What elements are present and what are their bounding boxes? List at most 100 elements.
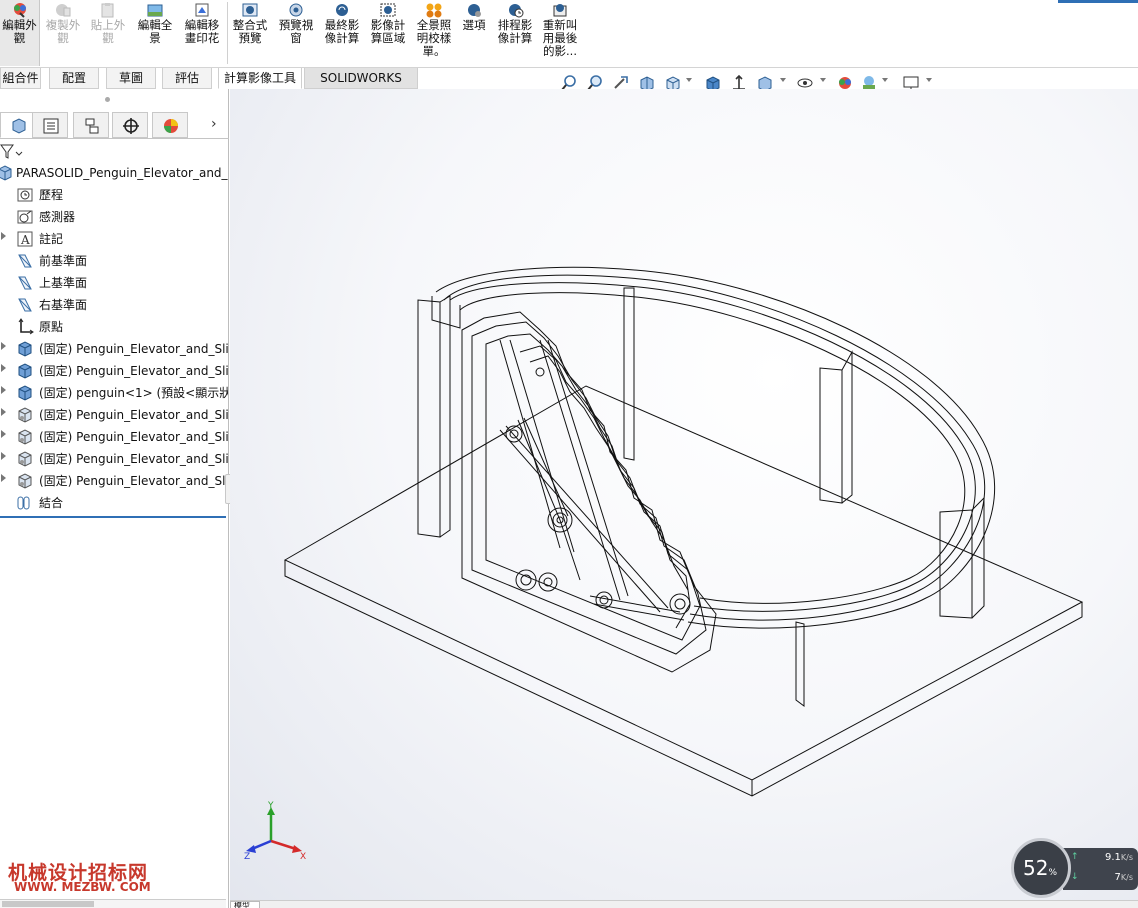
tree-item[interactable]: (固定) Penguin_Elevator_and_Slide	[0, 338, 228, 360]
command-ribbon: 編輯外 觀 複製外 觀 貼上外 觀 編輯全 景 編輯移 畫印花 整合式 預覽 預…	[0, 0, 1138, 68]
tree-item[interactable]: 歷程	[0, 184, 228, 206]
upload-speed: 9.1	[1104, 852, 1121, 863]
tab-dimxpert-manager[interactable]	[112, 112, 148, 138]
configuration-manager-icon	[85, 118, 99, 134]
network-speed-box: ↑ 9.1K/s ↓ 7K/s	[1063, 848, 1138, 890]
tab-feature-manager[interactable]	[0, 112, 36, 138]
expand-arrow-icon[interactable]	[1, 364, 6, 372]
tree-item-label: 註記	[39, 232, 64, 246]
final-render-button[interactable]: 最終影 像計算	[321, 0, 363, 66]
expand-arrow-icon[interactable]	[1, 430, 6, 438]
scroll-thumb[interactable]	[2, 901, 94, 907]
plane-icon	[18, 254, 32, 268]
feature-manager-icon	[12, 118, 26, 134]
property-manager-icon	[43, 118, 59, 134]
tree-root[interactable]: PARASOLID_Penguin_Elevator_and_Sl	[0, 162, 228, 184]
tree-item-label: 歷程	[39, 188, 64, 202]
view-orientation-dropdown[interactable]	[686, 78, 692, 82]
recall-last-render-button[interactable]: 重新叫 用最後 的影...	[540, 0, 580, 66]
integrated-preview-button[interactable]: 整合式 預覽	[230, 0, 270, 66]
panel-grip[interactable]	[105, 97, 110, 102]
tree-item[interactable]: 原點	[0, 316, 228, 338]
expand-arrow-icon[interactable]	[1, 342, 6, 350]
tree-item-label: (固定) penguin<1> (預設<顯示狀態	[39, 386, 228, 400]
options-button[interactable]: 選項	[458, 0, 490, 66]
sensor-icon	[17, 210, 33, 224]
tree-item[interactable]: 感測器	[0, 206, 228, 228]
copy-appearance-icon	[56, 4, 71, 17]
hide-show-dropdown[interactable]	[780, 78, 786, 82]
next-tab-arrow-icon[interactable]: ›	[211, 116, 217, 132]
expand-arrow-icon[interactable]	[1, 386, 6, 394]
preview-window-icon	[289, 3, 303, 17]
display-manager-icon	[164, 119, 178, 133]
render-region-button[interactable]: 影像計 算區域	[366, 0, 410, 66]
model-tabs-bar: 模型	[230, 900, 1138, 908]
display-pane-dropdown[interactable]	[926, 78, 932, 82]
panel-horizontal-scrollbar[interactable]	[0, 899, 226, 908]
tab-configuration-manager[interactable]	[73, 112, 109, 138]
wireframe-model[interactable]	[230, 89, 1138, 900]
visibility-dropdown[interactable]	[820, 78, 826, 82]
tab-property-manager[interactable]	[32, 112, 68, 138]
tab-model[interactable]: 模型	[230, 901, 260, 908]
network-monitor-widget[interactable]: ↑ 9.1K/s ↓ 7K/s 52%	[1011, 838, 1138, 898]
tree-item[interactable]: 右基準面	[0, 294, 228, 316]
tree-item-label: (固定) Penguin_Elevator_and_Slide	[39, 342, 228, 356]
tree-item[interactable]: (固定) Penguin_Elevator_and_Slide	[0, 404, 228, 426]
tree-item[interactable]: (固定) Penguin_Elevator_and_Slide	[0, 360, 228, 382]
edit-appearance-button[interactable]: 編輯外 觀	[0, 0, 40, 66]
history-icon	[17, 188, 33, 202]
tree-item[interactable]: 前基準面	[0, 250, 228, 272]
graphics-viewport[interactable]: Y X Z	[230, 89, 1138, 900]
subassembly-icon	[18, 429, 32, 445]
tab-solidworks-mbd[interactable]: SOLIDWORKS MBD	[304, 68, 418, 105]
usage-gauge: 52%	[1011, 838, 1071, 898]
subassembly-icon	[18, 473, 32, 489]
tab-sketch[interactable]: 草圖	[106, 68, 156, 89]
triad-z-label: Z	[244, 852, 250, 861]
expand-arrow-icon[interactable]	[1, 474, 6, 482]
part-icon	[18, 363, 32, 379]
tree-item[interactable]: 上基準面	[0, 272, 228, 294]
part-icon	[18, 385, 32, 401]
schedule-render-icon	[509, 4, 524, 18]
render-region-icon	[380, 3, 396, 17]
tab-evaluate[interactable]: 評估	[162, 68, 212, 89]
tree-item[interactable]: (固定) Penguin_Elevator_and_Slide	[0, 470, 228, 492]
tree-item[interactable]: (固定) Penguin_Elevator_and_Slide	[0, 448, 228, 470]
tree-item[interactable]: A 註記	[0, 228, 228, 250]
tab-render-tools[interactable]: 計算影像工具	[218, 68, 302, 89]
plane-icon	[18, 298, 32, 312]
tab-display-manager[interactable]	[152, 112, 188, 138]
tree-item-label: 感測器	[39, 210, 76, 224]
preview-window-button[interactable]: 預覽視 窗	[275, 0, 317, 66]
tree-item-label: (固定) Penguin_Elevator_and_Slide	[39, 452, 228, 466]
rollback-bar[interactable]	[0, 516, 226, 518]
tab-assembly[interactable]: 組合件	[0, 68, 41, 89]
expand-arrow-icon[interactable]	[1, 408, 6, 416]
plane-icon	[18, 276, 32, 290]
tree-item-label: (固定) Penguin_Elevator_and_Slide	[39, 408, 228, 422]
tree-item-label: 右基準面	[39, 298, 88, 312]
illumination-proof-button[interactable]: 全景照 明校樣 單。	[412, 0, 456, 66]
tab-layout[interactable]: 配置	[49, 68, 99, 89]
annotation-icon: A	[17, 231, 33, 247]
copy-appearance-button[interactable]: 複製外 觀	[42, 0, 84, 66]
tree-item[interactable]: (固定) Penguin_Elevator_and_Slide	[0, 426, 228, 448]
watermark-url: WWW. MEZBW. COM	[14, 880, 151, 894]
filter-icon[interactable]	[0, 143, 24, 161]
paste-appearance-button[interactable]: 貼上外 觀	[86, 0, 130, 66]
tree-item-label: (固定) Penguin_Elevator_and_Slide	[39, 364, 228, 378]
expand-arrow-icon[interactable]	[1, 232, 6, 240]
apply-scene-dropdown[interactable]	[882, 78, 888, 82]
edit-scene-button[interactable]: 編輯全 景	[134, 0, 176, 66]
expand-arrow-icon[interactable]	[1, 452, 6, 460]
schedule-render-button[interactable]: 排程影 像計算	[494, 0, 536, 66]
svg-text:A: A	[20, 233, 30, 247]
edit-decal-button[interactable]: 編輯移 畫印花	[180, 0, 224, 66]
tree-item[interactable]: 結合	[0, 492, 228, 514]
integrated-preview-icon	[242, 3, 258, 17]
tree-item[interactable]: (固定) penguin<1> (預設<顯示狀態	[0, 382, 228, 404]
subassembly-icon	[18, 451, 32, 467]
